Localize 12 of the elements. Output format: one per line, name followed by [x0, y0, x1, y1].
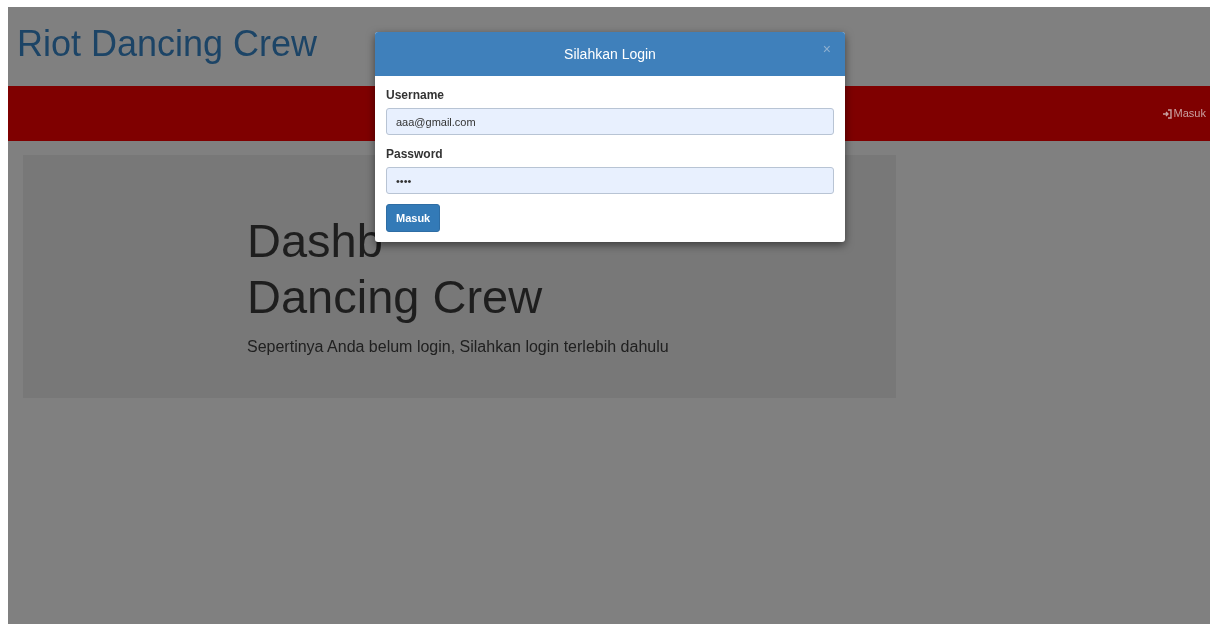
login-link[interactable]: Masuk: [1161, 105, 1206, 122]
login-icon: [1161, 108, 1172, 119]
input-field[interactable]: ••••: [386, 167, 834, 194]
field-label: Username: [386, 87, 446, 104]
page-heading: Dancing Crew: [247, 270, 543, 323]
dialog-title: Silahkan Login: [564, 44, 656, 64]
site-title: Riot Dancing Crew: [17, 25, 318, 66]
login-notice: Sepertinya Anda belum login, Silahkan login terlebih dahulu: [247, 337, 670, 357]
page-heading: Dashb: [247, 214, 383, 267]
field-label: Password: [386, 146, 444, 163]
input-field[interactable]: aaa@gmail.com: [386, 108, 834, 135]
submit-button[interactable]: Masuk: [386, 204, 441, 232]
